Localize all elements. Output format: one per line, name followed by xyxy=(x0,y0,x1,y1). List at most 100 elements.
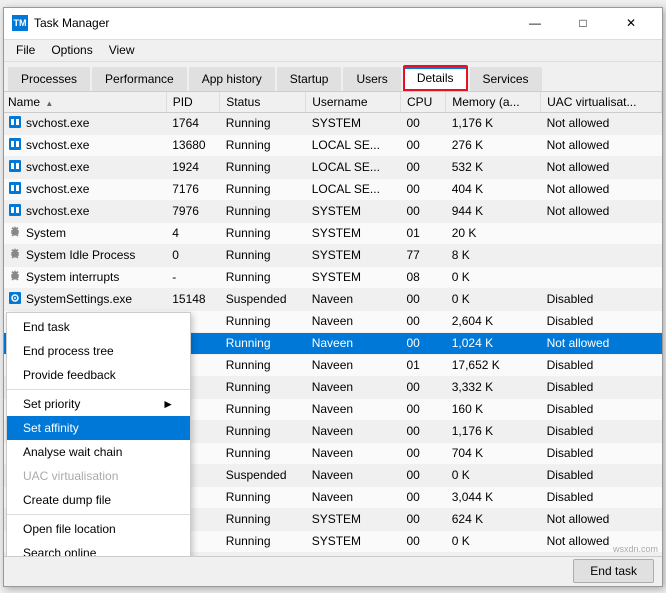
cell-name: svchost.exe xyxy=(4,113,166,134)
table-row[interactable]: System Idle Process 0 Running SYSTEM 77 … xyxy=(4,244,662,266)
col-header-name[interactable]: Name ▲ xyxy=(4,92,166,113)
cell-memory: 676 K xyxy=(446,552,541,556)
process-icon xyxy=(8,137,22,154)
table-row[interactable]: svchost.exe 1924 Running LOCAL SE... 00 … xyxy=(4,156,662,178)
cell-pid: 1764 xyxy=(166,112,220,134)
ctx-set-priority[interactable]: Set priority ► xyxy=(7,392,190,416)
cell-username: LOCAL SE... xyxy=(306,156,401,178)
cell-cpu: 00 xyxy=(400,376,445,398)
cell-pid: 7176 xyxy=(166,178,220,200)
cell-name: svchost.exe xyxy=(4,135,166,156)
cell-memory: 624 K xyxy=(446,508,541,530)
cell-pid: 13680 xyxy=(166,134,220,156)
col-header-cpu[interactable]: CPU xyxy=(400,92,445,113)
menu-file[interactable]: File xyxy=(8,41,43,59)
cell-uac: Not allowed xyxy=(541,112,662,134)
cell-status: Running xyxy=(220,200,306,222)
cell-pid: 15148 xyxy=(166,288,220,310)
cell-uac xyxy=(541,244,662,266)
table-row[interactable]: System interrupts - Running SYSTEM 08 0 … xyxy=(4,266,662,288)
cell-cpu: 00 xyxy=(400,310,445,332)
cell-name: svchost.exe xyxy=(4,157,166,178)
cell-status: Running xyxy=(220,354,306,376)
table-row[interactable]: svchost.exe 7176 Running LOCAL SE... 00 … xyxy=(4,178,662,200)
cell-uac: Disabled xyxy=(541,442,662,464)
cell-cpu: 00 xyxy=(400,442,445,464)
ctx-end-task[interactable]: End task xyxy=(7,315,190,339)
cell-cpu: 77 xyxy=(400,244,445,266)
cell-name: SystemSettings.exe xyxy=(4,289,166,310)
col-header-status[interactable]: Status xyxy=(220,92,306,113)
cell-uac: Not allowed xyxy=(541,200,662,222)
table-row[interactable]: svchost.exe 13680 Running LOCAL SE... 00… xyxy=(4,134,662,156)
ctx-search-online[interactable]: Search online xyxy=(7,541,190,556)
ctx-uac-virtualisation: UAC virtualisation xyxy=(7,464,190,488)
table-row[interactable]: svchost.exe 1764 Running SYSTEM 00 1,176… xyxy=(4,112,662,134)
cell-memory: 1,024 K xyxy=(446,332,541,354)
table-row[interactable]: svchost.exe 7976 Running SYSTEM 00 944 K… xyxy=(4,200,662,222)
close-button[interactable]: ✕ xyxy=(608,7,654,39)
cell-username: SYSTEM xyxy=(306,508,401,530)
tab-services[interactable]: Services xyxy=(470,67,542,91)
cell-username: SYSTEM xyxy=(306,266,401,288)
process-icon xyxy=(8,269,22,286)
col-header-username[interactable]: Username xyxy=(306,92,401,113)
col-header-memory[interactable]: Memory (a... xyxy=(446,92,541,113)
tab-app-history[interactable]: App history xyxy=(189,67,275,91)
cell-memory: 20 K xyxy=(446,222,541,244)
cell-memory: 532 K xyxy=(446,156,541,178)
menu-view[interactable]: View xyxy=(101,41,143,59)
cell-username: Naveen xyxy=(306,332,401,354)
end-task-button[interactable]: End task xyxy=(573,559,654,583)
cell-username: SYSTEM xyxy=(306,222,401,244)
task-manager-window: TM Task Manager — □ ✕ File Options View … xyxy=(3,7,663,587)
cell-status: Running xyxy=(220,222,306,244)
cell-username: SYSTEM xyxy=(306,552,401,556)
cell-memory: 1,176 K xyxy=(446,420,541,442)
table-row[interactable]: System 4 Running SYSTEM 01 20 K xyxy=(4,222,662,244)
minimize-button[interactable]: — xyxy=(512,7,558,39)
cell-status: Running xyxy=(220,420,306,442)
cell-username: Naveen xyxy=(306,288,401,310)
cell-status: Running xyxy=(220,134,306,156)
ctx-end-process-tree[interactable]: End process tree xyxy=(7,339,190,363)
ctx-provide-feedback[interactable]: Provide feedback xyxy=(7,363,190,387)
cell-name: svchost.exe xyxy=(4,201,166,222)
content-area: Name ▲ PID Status Username CPU Memory (a… xyxy=(4,92,662,556)
ctx-set-affinity[interactable]: Set affinity xyxy=(7,416,190,440)
cell-uac: Disabled xyxy=(541,420,662,442)
tab-processes[interactable]: Processes xyxy=(8,67,90,91)
maximize-button[interactable]: □ xyxy=(560,7,606,39)
cell-name: System interrupts xyxy=(4,267,166,288)
ctx-separator-1 xyxy=(7,389,190,390)
tab-users[interactable]: Users xyxy=(343,67,400,91)
col-header-pid[interactable]: PID xyxy=(166,92,220,113)
cell-name: System xyxy=(4,223,166,244)
ctx-create-dump[interactable]: Create dump file xyxy=(7,488,190,512)
ctx-analyse-wait-chain[interactable]: Analyse wait chain xyxy=(7,440,190,464)
cell-uac: Not allowed xyxy=(541,134,662,156)
table-row[interactable]: SystemSettings.exe 15148 Suspended Navee… xyxy=(4,288,662,310)
tab-startup[interactable]: Startup xyxy=(277,67,342,91)
tab-performance[interactable]: Performance xyxy=(92,67,187,91)
cell-status: Running xyxy=(220,530,306,552)
cell-cpu: 00 xyxy=(400,332,445,354)
ctx-open-file-location[interactable]: Open file location xyxy=(7,517,190,541)
cell-memory: 2,604 K xyxy=(446,310,541,332)
process-icon xyxy=(8,115,22,132)
cell-memory: 944 K xyxy=(446,200,541,222)
col-header-uac[interactable]: UAC virtualisat... xyxy=(541,92,662,113)
cell-uac: Not allowed xyxy=(541,156,662,178)
cell-cpu: 00 xyxy=(400,200,445,222)
tab-details[interactable]: Details xyxy=(403,65,468,91)
cell-status: Running xyxy=(220,486,306,508)
cell-cpu: 00 xyxy=(400,134,445,156)
cell-status: Running xyxy=(220,376,306,398)
cell-uac: Disabled xyxy=(541,398,662,420)
cell-cpu: 00 xyxy=(400,552,445,556)
cell-uac: Disabled xyxy=(541,464,662,486)
menu-options[interactable]: Options xyxy=(43,41,100,59)
cell-memory: 3,044 K xyxy=(446,486,541,508)
cell-memory: 1,176 K xyxy=(446,112,541,134)
cell-username: Naveen xyxy=(306,354,401,376)
